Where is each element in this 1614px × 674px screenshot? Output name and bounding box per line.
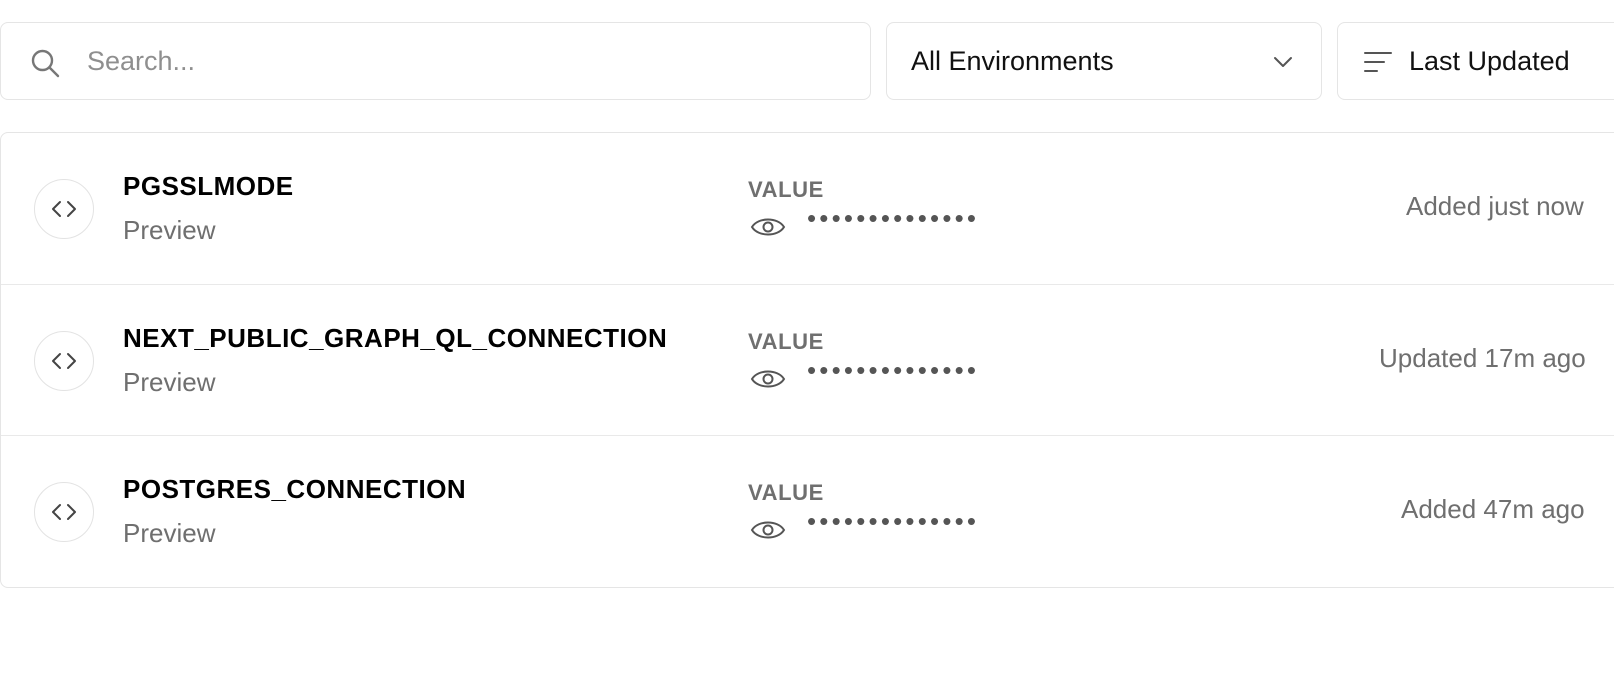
sort-label: Last Updated [1409,46,1570,76]
env-variables-page: All Environments Last Updated PGSSLMODE … [0,0,1614,674]
value-label: VALUE [748,177,824,202]
variable-status: Added just now [1406,191,1584,221]
variable-status: Updated 17m ago [1379,342,1586,373]
search-icon [31,49,60,78]
search-box[interactable] [0,22,871,100]
chevron-down-icon [1274,57,1292,67]
variable-environment: Preview [123,366,216,397]
eye-icon[interactable] [749,514,787,546]
value-label: VALUE [748,328,824,354]
variable-status: Added 47m ago [1401,494,1585,524]
code-brackets-icon [34,179,94,239]
code-brackets-icon [34,330,94,391]
variables-list: PGSSLMODE Preview VALUE •••••••••••••• A… [0,132,1614,588]
variable-row[interactable]: PGSSLMODE Preview VALUE •••••••••••••• A… [1,133,1614,285]
search-input[interactable] [87,23,847,99]
environment-filter-value: All Environments [911,46,1114,76]
value-label: VALUE [748,480,824,505]
eye-icon[interactable] [749,363,787,395]
variable-name: NEXT_PUBLIC_GRAPH_QL_CONNECTION [123,322,668,353]
variable-environment: Preview [123,215,216,245]
variable-name: PGSSLMODE [123,171,294,201]
masked-value: •••••••••••••• [807,203,980,233]
variable-row[interactable]: NEXT_PUBLIC_GRAPH_QL_CONNECTION Preview … [1,285,1614,436]
sort-button[interactable]: Last Updated [1337,22,1614,100]
eye-icon[interactable] [749,211,787,243]
masked-value: •••••••••••••• [807,354,980,385]
sort-lines-icon [1364,52,1392,72]
variable-name: POSTGRES_CONNECTION [123,474,467,504]
variable-environment: Preview [123,518,216,548]
masked-value: •••••••••••••• [807,506,980,536]
variable-row[interactable]: POSTGRES_CONNECTION Preview VALUE ••••••… [1,436,1614,587]
code-brackets-icon [34,482,94,542]
environment-filter-select[interactable]: All Environments [886,22,1322,100]
